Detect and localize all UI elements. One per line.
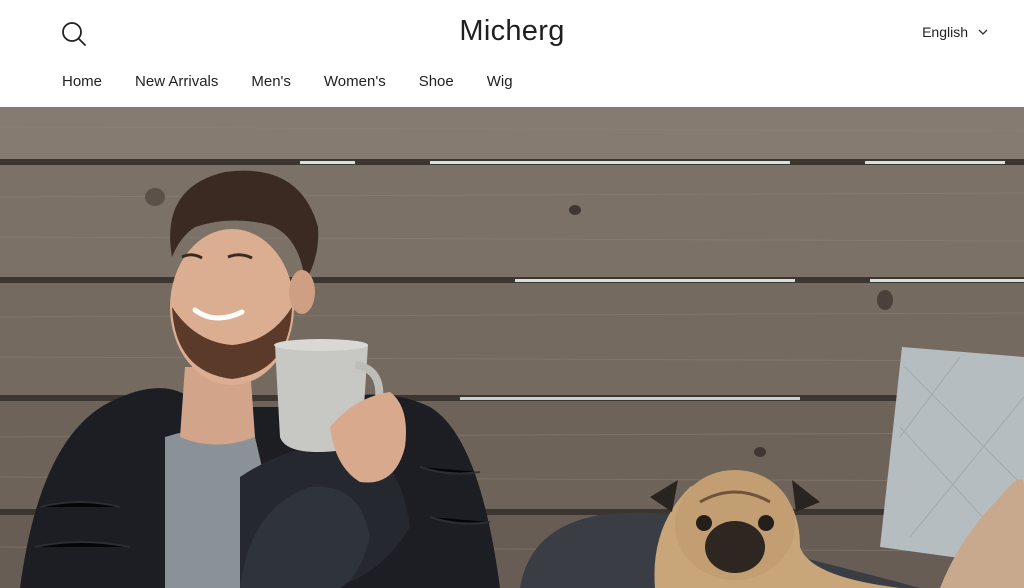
nav-item-mens[interactable]: Men's [251, 73, 291, 90]
hero-image [0, 107, 1024, 588]
hero-banner[interactable] [0, 107, 1024, 588]
site-header: Micherg English Home New Arrivals Men's … [0, 0, 1024, 107]
nav-item-home[interactable]: Home [62, 73, 102, 90]
nav-item-wig[interactable]: Wig [487, 73, 513, 90]
main-nav: Home New Arrivals Men's Women's Shoe Wig [62, 73, 546, 90]
nav-item-shoe[interactable]: Shoe [419, 73, 454, 90]
nav-item-womens[interactable]: Women's [324, 73, 386, 90]
brand-logo[interactable]: Micherg [0, 15, 1024, 48]
language-selector[interactable]: English [922, 24, 988, 40]
nav-item-new-arrivals[interactable]: New Arrivals [135, 73, 218, 90]
language-label: English [922, 24, 968, 40]
chevron-down-icon [978, 29, 988, 35]
